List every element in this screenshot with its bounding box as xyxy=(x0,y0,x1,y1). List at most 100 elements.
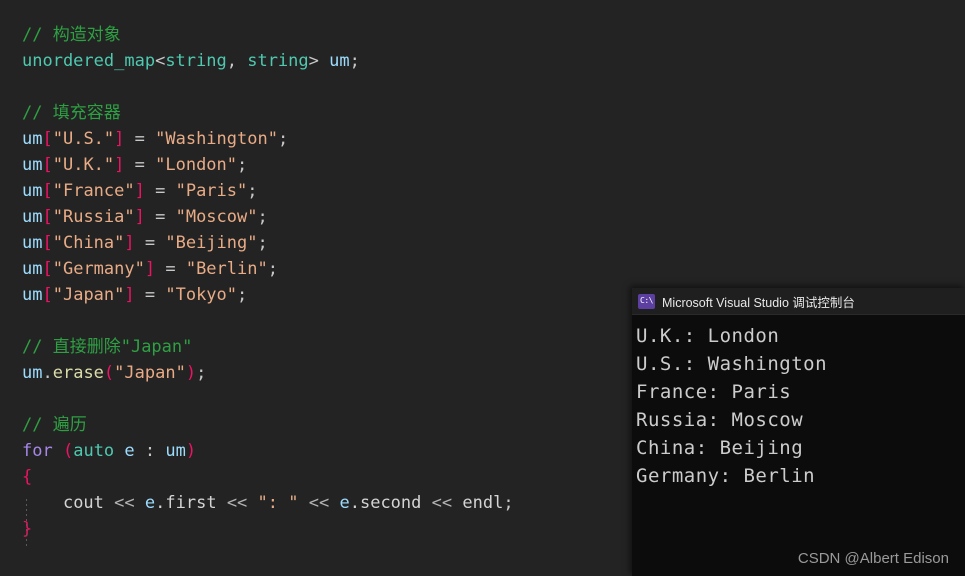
code-token: 构造对象 xyxy=(52,25,121,45)
code-token: [ xyxy=(42,285,53,305)
console-output: U.K.: London U.S.: Washington France: Pari… xyxy=(632,315,965,490)
code-token: ; xyxy=(196,363,207,383)
code-token: // xyxy=(22,103,53,123)
code-token: um xyxy=(165,441,186,461)
code-token: "Washington" xyxy=(155,129,278,149)
code-token: < xyxy=(155,51,166,71)
code-token: [ xyxy=(42,259,53,279)
code-token: auto xyxy=(73,441,115,461)
code-token: um xyxy=(22,155,43,175)
code-token: ) xyxy=(185,441,197,461)
code-token: um xyxy=(22,181,43,201)
code-token: << xyxy=(308,493,330,513)
code-token: .first xyxy=(155,493,217,513)
indent-guide xyxy=(26,499,27,549)
code-token: > xyxy=(308,51,330,71)
code-token: "France" xyxy=(52,181,135,201)
code-token: um xyxy=(329,51,350,71)
code-line: // 填充容器 xyxy=(22,100,965,126)
code-token: "U.K." xyxy=(52,155,115,175)
code-token: ] xyxy=(114,129,125,149)
console-titlebar[interactable]: C:\ Microsoft Visual Studio 调试控制台 xyxy=(632,288,965,315)
code-token: [ xyxy=(42,129,53,149)
code-token: [ xyxy=(42,207,53,227)
code-token: = xyxy=(144,181,176,201)
code-token: ; xyxy=(257,233,268,253)
code-token: , xyxy=(226,51,248,71)
code-token: ) xyxy=(185,363,197,383)
screenshot-root: // 构造对象 unordered_map<string, string> um;… xyxy=(0,0,965,576)
code-token: "Russia" xyxy=(52,207,135,227)
code-token: ( xyxy=(62,441,74,461)
code-token: "U.S." xyxy=(52,129,115,149)
code-token: ; xyxy=(503,493,514,513)
debug-console-window[interactable]: C:\ Microsoft Visual Studio 调试控制台 U.K.: … xyxy=(632,288,965,576)
code-token: ; xyxy=(277,129,289,149)
code-token: um xyxy=(22,233,43,253)
code-token: // xyxy=(22,415,53,435)
console-output-line: U.S.: Washington xyxy=(636,353,828,375)
code-token: ; xyxy=(247,181,258,201)
code-token: um xyxy=(22,129,43,149)
code-token: erase xyxy=(52,363,104,383)
code-token: e xyxy=(124,441,135,461)
code-token: string xyxy=(165,51,227,71)
code-token: [ xyxy=(42,155,53,175)
console-output-line: U.K.: London xyxy=(636,325,780,347)
code-token: ] xyxy=(124,233,135,253)
code-line: um["U.K."] = "London"; xyxy=(22,152,965,178)
code-token: "Tokyo" xyxy=(165,285,238,305)
code-line: // 构造对象 xyxy=(22,22,965,48)
csdn-watermark: CSDN @Albert Edison xyxy=(797,550,949,567)
code-token: } xyxy=(22,519,33,539)
code-token: = xyxy=(144,207,176,227)
console-output-line: China: Beijing xyxy=(636,437,804,459)
code-token: "Beijing" xyxy=(165,233,258,253)
code-token: ; xyxy=(349,51,360,71)
code-token: { xyxy=(22,467,33,487)
code-token: ] xyxy=(134,207,145,227)
code-token: string xyxy=(247,51,309,71)
code-token: "Germany" xyxy=(52,259,145,279)
code-token: ; xyxy=(237,285,248,305)
console-output-line: Germany: Berlin xyxy=(636,465,816,487)
code-token: [ xyxy=(42,233,53,253)
code-token: "London" xyxy=(155,155,238,175)
code-line: um["Germany"] = "Berlin"; xyxy=(22,256,965,282)
code-line: um["China"] = "Beijing"; xyxy=(22,230,965,256)
console-cmd-icon: C:\ xyxy=(638,293,655,309)
code-token: unordered_map xyxy=(22,51,156,71)
code-token: = xyxy=(124,155,156,175)
console-output-line: Russia: Moscow xyxy=(636,409,804,431)
code-token: um xyxy=(22,285,43,305)
code-token: 遍历 xyxy=(52,415,87,435)
code-token: e xyxy=(339,493,350,513)
code-token: << xyxy=(431,493,453,513)
code-token: . xyxy=(42,363,53,383)
code-token: : xyxy=(134,441,166,461)
code-token: ": " xyxy=(257,493,299,513)
code-token: "Moscow" xyxy=(175,207,258,227)
code-token: = xyxy=(134,233,166,253)
code-token: um xyxy=(22,259,43,279)
code-token: ] xyxy=(114,155,125,175)
console-title: Microsoft Visual Studio 调试控制台 xyxy=(662,295,855,310)
code-token: "China" xyxy=(52,233,125,253)
code-token: um xyxy=(22,363,43,383)
code-token: << xyxy=(114,493,135,513)
code-token: [ xyxy=(42,181,53,201)
code-line: um["France"] = "Paris"; xyxy=(22,178,965,204)
console-icon-glyph: C:\ xyxy=(640,296,653,305)
code-token: endl xyxy=(462,493,504,513)
code-token: ; xyxy=(267,259,278,279)
